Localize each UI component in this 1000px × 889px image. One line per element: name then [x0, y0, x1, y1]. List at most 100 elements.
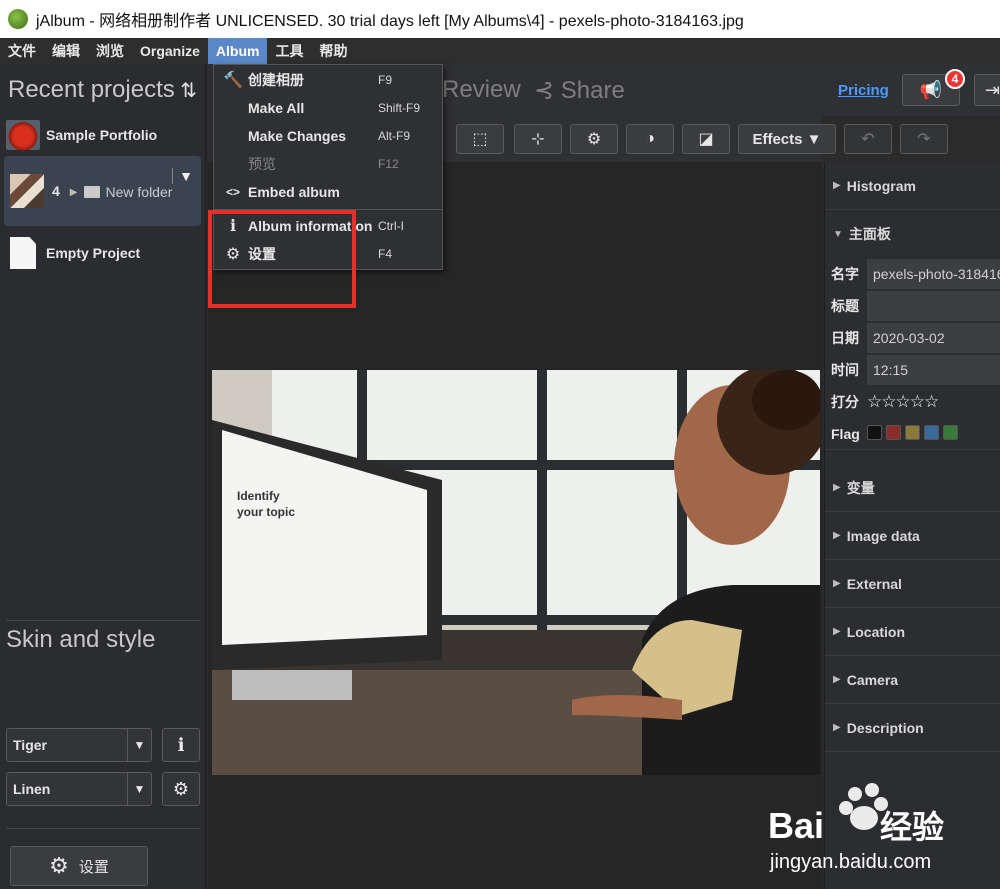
chevron-down-icon[interactable]: ▼ — [172, 168, 193, 184]
section-histogram[interactable]: ▶ Histogram — [825, 162, 1000, 210]
straighten-icon: ⊹ — [531, 131, 545, 148]
project-name: Empty Project — [46, 245, 141, 261]
project-name: Sample Portfolio — [46, 127, 158, 143]
date-input[interactable]: 2020-03-02 — [867, 323, 1000, 353]
menu-item-shortcut: F4 — [378, 247, 393, 261]
menu-item-label: Make Changes — [248, 128, 347, 144]
style-select-value: Linen — [13, 781, 51, 797]
flag-swatch[interactable] — [905, 424, 920, 440]
baidu-jingyan-watermark: Bai 经验 jingyan.baidu.com — [768, 783, 944, 873]
window-title: jAlbum - 网络相册制作者 UNLICENSED. 30 trial da… — [36, 13, 744, 30]
announcements-button[interactable]: 📢 4 — [902, 69, 965, 106]
watermark-brand: Bai — [768, 805, 824, 846]
section-camera[interactable]: ▶ Camera — [825, 656, 1000, 704]
photo-preview: Identify your topic — [212, 370, 820, 775]
field-label: 名字 — [831, 266, 859, 282]
section-external[interactable]: ▶ External — [825, 560, 1000, 608]
straighten-button[interactable]: ⊹ — [514, 124, 562, 154]
menu-item-shortcut: F12 — [378, 157, 399, 171]
crop-icon: ⬚ — [472, 131, 488, 148]
menu-album[interactable]: Album — [207, 38, 268, 64]
menu-help[interactable]: 帮助 — [311, 38, 355, 64]
rating-stars[interactable]: ☆☆☆☆☆ — [867, 392, 939, 412]
menu-item-create-album[interactable]: 🔨 创建相册 F9 — [214, 66, 442, 94]
flag-swatch[interactable] — [867, 424, 882, 440]
section-variables[interactable]: ▶ 变量 — [825, 464, 1000, 512]
expand-arrow-icon[interactable]: ▶ — [70, 187, 78, 198]
exposure-button[interactable]: ◪ — [682, 124, 730, 154]
code-icon: <> — [225, 185, 240, 199]
menu-tools[interactable]: 工具 — [267, 38, 311, 64]
style-settings-button[interactable]: ⚙ — [162, 772, 200, 806]
section-label: Image data — [846, 527, 920, 544]
pricing-link[interactable]: Pricing — [838, 82, 889, 99]
jalbum-logo-icon — [8, 9, 28, 29]
menu-item-preview[interactable]: 预览 F12 — [214, 150, 442, 178]
flag-swatches — [867, 424, 962, 443]
folder-tree-item[interactable]: ▶ New folder — [60, 184, 173, 200]
field-label: 打分 — [831, 394, 859, 410]
menu-item-make-changes[interactable]: Make Changes Alt-F9 — [214, 122, 442, 150]
skin-info-button[interactable]: ℹ — [162, 728, 200, 762]
chevron-down-icon: ▼ — [127, 729, 151, 761]
time-field: 时间 12:15 — [825, 354, 1000, 386]
field-label: 时间 — [831, 362, 859, 378]
menu-item-label: Make All — [248, 100, 305, 116]
flag-swatch[interactable] — [924, 424, 939, 440]
menu-item-make-all[interactable]: Make All Shift-F9 — [214, 94, 442, 122]
expand-arrow-icon: ▶ — [833, 578, 841, 589]
project-empty[interactable]: Empty Project — [0, 230, 205, 276]
sort-icon[interactable]: ⇅ — [180, 78, 197, 103]
crop-button[interactable]: ⬚ — [456, 124, 504, 154]
project-sample-portfolio[interactable]: Sample Portfolio — [0, 116, 205, 154]
menu-item-shortcut: Shift-F9 — [378, 101, 421, 115]
tab-share-label: Share — [560, 77, 625, 104]
folder-name: New folder — [105, 184, 173, 200]
gear-icon: ⚙ — [586, 131, 602, 148]
project-4[interactable]: 4 ▼ ▶ New folder — [4, 156, 201, 226]
section-label: 变量 — [846, 479, 875, 496]
section-image-data[interactable]: ▶ Image data — [825, 512, 1000, 560]
project-thumbnail — [6, 120, 40, 150]
title-input[interactable] — [867, 291, 1000, 321]
section-label: Camera — [846, 671, 899, 688]
menu-file[interactable]: 文件 — [0, 38, 44, 64]
menu-organize[interactable]: Organize — [132, 38, 208, 64]
chevron-down-icon: ▼ — [127, 773, 151, 805]
skin-select[interactable]: Tiger ▼ — [6, 728, 152, 762]
field-label: Flag — [831, 425, 860, 442]
contrast-button[interactable]: ◑ — [626, 124, 674, 154]
section-description[interactable]: ▶ Description — [825, 704, 1000, 752]
undo-icon: ↶ — [861, 131, 875, 148]
style-select[interactable]: Linen ▼ — [6, 772, 152, 806]
sign-in-button[interactable]: ⇥ — [974, 74, 1000, 106]
effects-button[interactable]: Effects ▼ — [738, 124, 836, 154]
watermark-brand-cn: 经验 — [880, 808, 944, 846]
tab-share[interactable]: ⊰ Share — [534, 76, 625, 105]
photo-screen-text-2: your topic — [237, 505, 295, 519]
flag-field: Flag — [825, 418, 1000, 450]
sign-in-icon: ⇥ — [985, 79, 1000, 100]
menu-item-shortcut: Alt-F9 — [378, 129, 411, 143]
settings-button[interactable]: ⚙ 设置 — [10, 846, 148, 886]
section-label: External — [846, 575, 902, 592]
adjust-button[interactable]: ⚙ — [570, 124, 618, 154]
section-main-panel[interactable]: ▼ 主面板 — [825, 210, 1000, 258]
redo-button[interactable]: ↷ — [900, 124, 948, 154]
flag-swatch[interactable] — [943, 424, 958, 440]
name-input[interactable]: pexels-photo-3184163.jpg — [867, 259, 1000, 289]
menu-item-embed-album[interactable]: <> Embed album — [214, 178, 442, 206]
tab-review[interactable]: Review — [442, 76, 521, 104]
section-location[interactable]: ▶ Location — [825, 608, 1000, 656]
undo-button[interactable]: ↶ — [844, 124, 892, 154]
photo-screen-text-1: Identify — [237, 489, 280, 503]
field-label: 标题 — [831, 298, 859, 314]
flag-swatch[interactable] — [886, 424, 901, 440]
menu-bar: 文件 编辑 浏览 Organize Album 工具 帮助 — [0, 38, 1000, 64]
skin-select-value: Tiger — [13, 737, 47, 753]
name-field: 名字 pexels-photo-3184163.jpg — [825, 258, 1000, 290]
time-input[interactable]: 12:15 — [867, 355, 1000, 385]
menu-view[interactable]: 浏览 — [88, 38, 132, 64]
settings-button-label: 设置 — [78, 858, 109, 876]
menu-edit[interactable]: 编辑 — [44, 38, 88, 64]
